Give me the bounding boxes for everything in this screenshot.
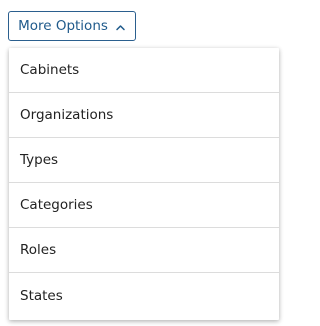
menu-item-cabinets[interactable]: Cabinets: [9, 48, 279, 93]
menu-item-label: Organizations: [20, 107, 114, 123]
menu-item-organizations[interactable]: Organizations: [9, 93, 279, 138]
dropdown-menu: Cabinets Organizations Types Categories …: [9, 48, 279, 320]
chevron-up-icon: [115, 21, 126, 32]
menu-item-states[interactable]: States: [9, 273, 279, 318]
more-options-label: More Options: [18, 18, 108, 34]
dropdown-menu-list: Cabinets Organizations Types Categories …: [9, 48, 279, 318]
menu-item-roles[interactable]: Roles: [9, 228, 279, 273]
menu-item-label: Categories: [20, 197, 93, 213]
menu-item-label: Roles: [20, 242, 57, 258]
menu-item-categories[interactable]: Categories: [9, 183, 279, 228]
more-options-button[interactable]: More Options: [8, 11, 136, 41]
more-options-dropdown: More Options Cabinets Organizations Type…: [0, 0, 290, 326]
menu-item-label: Cabinets: [20, 62, 80, 78]
menu-item-label: States: [20, 287, 63, 304]
menu-item-types[interactable]: Types: [9, 138, 279, 183]
menu-item-label: Types: [20, 152, 59, 168]
